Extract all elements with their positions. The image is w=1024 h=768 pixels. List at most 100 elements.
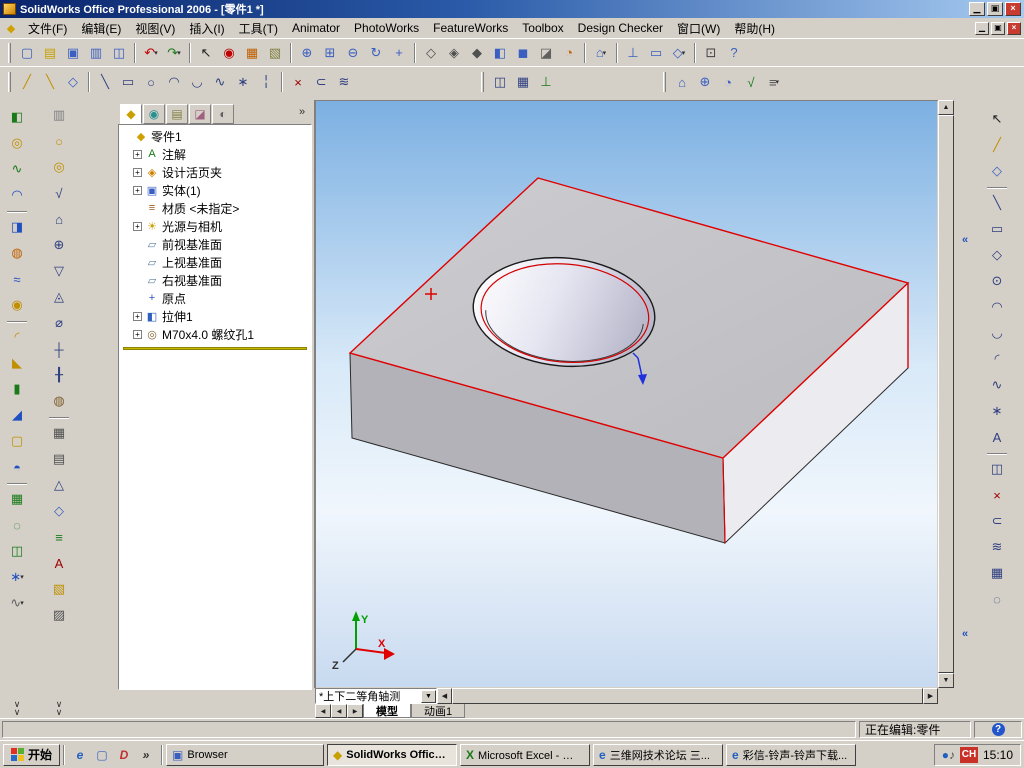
help-icon[interactable]: ? <box>991 723 1005 736</box>
media-tray-icon[interactable]: ♪ <box>949 748 955 762</box>
expand-toggle[interactable]: + <box>133 311 142 321</box>
save-icon[interactable]: ▣ <box>62 42 84 64</box>
print-preview-icon[interactable]: ◫ <box>108 42 130 64</box>
expand-toggle[interactable]: + <box>133 185 142 195</box>
point-icon[interactable]: ∗ <box>232 71 254 93</box>
open-icon[interactable]: ▤ <box>39 42 61 64</box>
table-icon[interactable]: ▤ <box>47 447 71 471</box>
reference-geometry-icon[interactable]: ∗ ▾ <box>5 565 29 589</box>
tree-label-material[interactable]: 材质 <未指定> <box>162 200 239 217</box>
mass-properties-icon[interactable]: ⊕ <box>694 71 716 93</box>
tree-item-extrude1[interactable]: + ◧ 拉伸1 <box>119 307 311 325</box>
format-painter-icon[interactable]: ▧ <box>47 577 71 601</box>
toolbar-grip[interactable] <box>663 72 666 92</box>
pan-icon[interactable]: + <box>388 42 410 64</box>
revolved-boss-icon[interactable]: ◎ <box>5 131 29 155</box>
spline-tool-icon[interactable]: ∿ <box>985 373 1009 397</box>
zoom-to-fit-icon[interactable]: ⊕ <box>296 42 318 64</box>
expand-toggle[interactable]: + <box>133 329 142 339</box>
smart-dimension-2-icon[interactable]: ◇ <box>47 499 71 523</box>
annotations-toolbar-more-icon[interactable]: ∨ ∨ <box>49 700 69 717</box>
shaded-with-edges-icon[interactable]: ◧ <box>489 42 511 64</box>
tangent-arc-tool-icon[interactable]: ◡ <box>985 321 1009 345</box>
shell-icon[interactable]: ▢ <box>5 429 29 453</box>
draft-icon[interactable]: ◢ <box>5 403 29 427</box>
centerpoint-arc-tool-icon[interactable]: ◠ <box>985 295 1009 319</box>
menu-item-5[interactable]: 工具(T) <box>232 18 285 39</box>
tree-label-design-binder[interactable]: 设计活页夹 <box>162 164 222 181</box>
check-icon[interactable]: √ <box>740 71 762 93</box>
horizontal-scroll-thumb[interactable] <box>452 688 923 704</box>
convert-entities-tool-icon[interactable]: ⊂ <box>985 509 1009 533</box>
rectangle-icon[interactable]: ▭ <box>117 71 139 93</box>
toolbar-grip[interactable] <box>481 72 484 92</box>
swept-boss-icon[interactable]: ∿ <box>5 157 29 181</box>
tree-item-front-plane[interactable]: ▱ 前视基准面 <box>119 235 311 253</box>
menu-item-2[interactable]: 编辑(E) <box>74 18 128 39</box>
swept-cut-icon[interactable]: ≈ <box>5 267 29 291</box>
tree-item-annotations[interactable]: + A 注解 <box>119 145 311 163</box>
child-restore-button[interactable]: ▣ <box>991 21 1005 35</box>
expand-toggle[interactable]: + <box>133 221 142 231</box>
sketch-tool-icon[interactable]: ╱ <box>985 133 1009 157</box>
polygon-tool-icon[interactable]: ◇ <box>985 243 1009 267</box>
minimize-button[interactable]: ▁ <box>969 2 985 16</box>
section-view-icon[interactable]: ◔ <box>558 42 580 64</box>
feature-manager-tab[interactable]: ◆ <box>120 104 142 124</box>
taskbar-window-solidworks[interactable]: ◆SolidWorks Office Prof... <box>327 743 458 766</box>
revolved-cut-icon[interactable]: ◍ <box>5 241 29 265</box>
centerline-icon[interactable]: ╎ <box>255 71 277 93</box>
tree-item-solid-bodies[interactable]: + ▣ 实体(1) <box>119 181 311 199</box>
dome-icon[interactable]: ◓ <box>5 455 29 479</box>
linear-sketch-pattern-tool-icon[interactable]: ▦ <box>985 561 1009 585</box>
smart-dimension-icon[interactable]: ◇ <box>62 71 84 93</box>
menu-item-12[interactable]: 帮助(H) <box>727 18 782 39</box>
circle-icon[interactable]: ○ <box>140 71 162 93</box>
close-button[interactable]: × <box>1005 2 1021 16</box>
taskbar-window-excel[interactable]: X Microsoft Excel - 中信... <box>460 743 591 766</box>
taskbar-window-forum[interactable]: e 三维网技术论坛 三... <box>593 743 724 766</box>
child-close-button[interactable]: × <box>1007 21 1021 35</box>
toolbar-grip[interactable] <box>8 42 11 63</box>
edit-color-icon[interactable]: ▦ <box>241 42 263 64</box>
mirror-entities-icon[interactable]: ◫ <box>489 71 511 93</box>
tree-item-top-plane[interactable]: ▱ 上视基准面 <box>119 253 311 271</box>
trim-tool-icon[interactable]: × <box>985 483 1009 507</box>
media-player-icon[interactable]: D <box>114 745 134 765</box>
tree-label-extrude1[interactable]: 拉伸1 <box>162 308 193 325</box>
shaded-icon[interactable]: ◼ <box>512 42 534 64</box>
combo-dropdown-icon[interactable]: ▼ <box>421 689 436 703</box>
full-screen-icon[interactable]: ⊡ <box>700 42 722 64</box>
tree-item-material[interactable]: ≡ 材质 <未指定> <box>119 199 311 217</box>
tab-animation[interactable]: 动画1 <box>411 704 466 718</box>
hole-callout-icon[interactable]: ⌀ <box>47 311 71 335</box>
menu-item-3[interactable]: 视图(V) <box>128 18 182 39</box>
shadows-in-shaded-mode-icon[interactable]: ◪ <box>535 42 557 64</box>
linear-pattern-icon[interactable]: ▦ <box>5 487 29 511</box>
curves-icon[interactable]: ∿ ▾ <box>5 591 29 615</box>
menu-item-6[interactable]: Animator <box>285 19 347 37</box>
datum-feature-icon[interactable]: ▽ <box>47 259 71 283</box>
third-party-tab[interactable]: ◪ <box>189 104 211 124</box>
line-tool-icon[interactable]: ╲ <box>985 191 1009 215</box>
dropdown-arrow-icon[interactable]: ▾ <box>154 49 158 57</box>
tree-label-solid-bodies[interactable]: 实体(1) <box>162 182 201 199</box>
trim-entities-icon[interactable]: × <box>287 71 309 93</box>
spell-checker-icon[interactable]: A <box>47 551 71 575</box>
rectangle-tool-icon[interactable]: ▭ <box>985 217 1009 241</box>
tree-label-front-plane[interactable]: 前视基准面 <box>162 236 222 253</box>
cosmetic-thread-icon[interactable]: ◍ <box>47 389 71 413</box>
antivirus-tray-icon[interactable]: ● <box>942 748 949 762</box>
center-mark-icon[interactable]: ┼ <box>47 337 71 361</box>
3-point-arc-tool-icon[interactable]: ◜ <box>985 347 1009 371</box>
scroll-down-icon[interactable]: ▼ <box>938 673 954 688</box>
centerline-annotation-icon[interactable]: ╂ <box>47 363 71 387</box>
tree-label-annotations[interactable]: 注解 <box>162 146 186 163</box>
menu-item-7[interactable]: PhotoWorks <box>347 19 426 37</box>
panel-overflow-button[interactable]: » <box>294 106 310 124</box>
menu-item-8[interactable]: FeatureWorks <box>426 19 515 37</box>
surface-finish-icon[interactable]: √ <box>47 181 71 205</box>
scroll-right-icon[interactable]: ▶ <box>923 688 938 704</box>
restore-button[interactable]: ▣ <box>987 2 1003 16</box>
tree-item-design-binder[interactable]: + ◈ 设计活页夹 <box>119 163 311 181</box>
